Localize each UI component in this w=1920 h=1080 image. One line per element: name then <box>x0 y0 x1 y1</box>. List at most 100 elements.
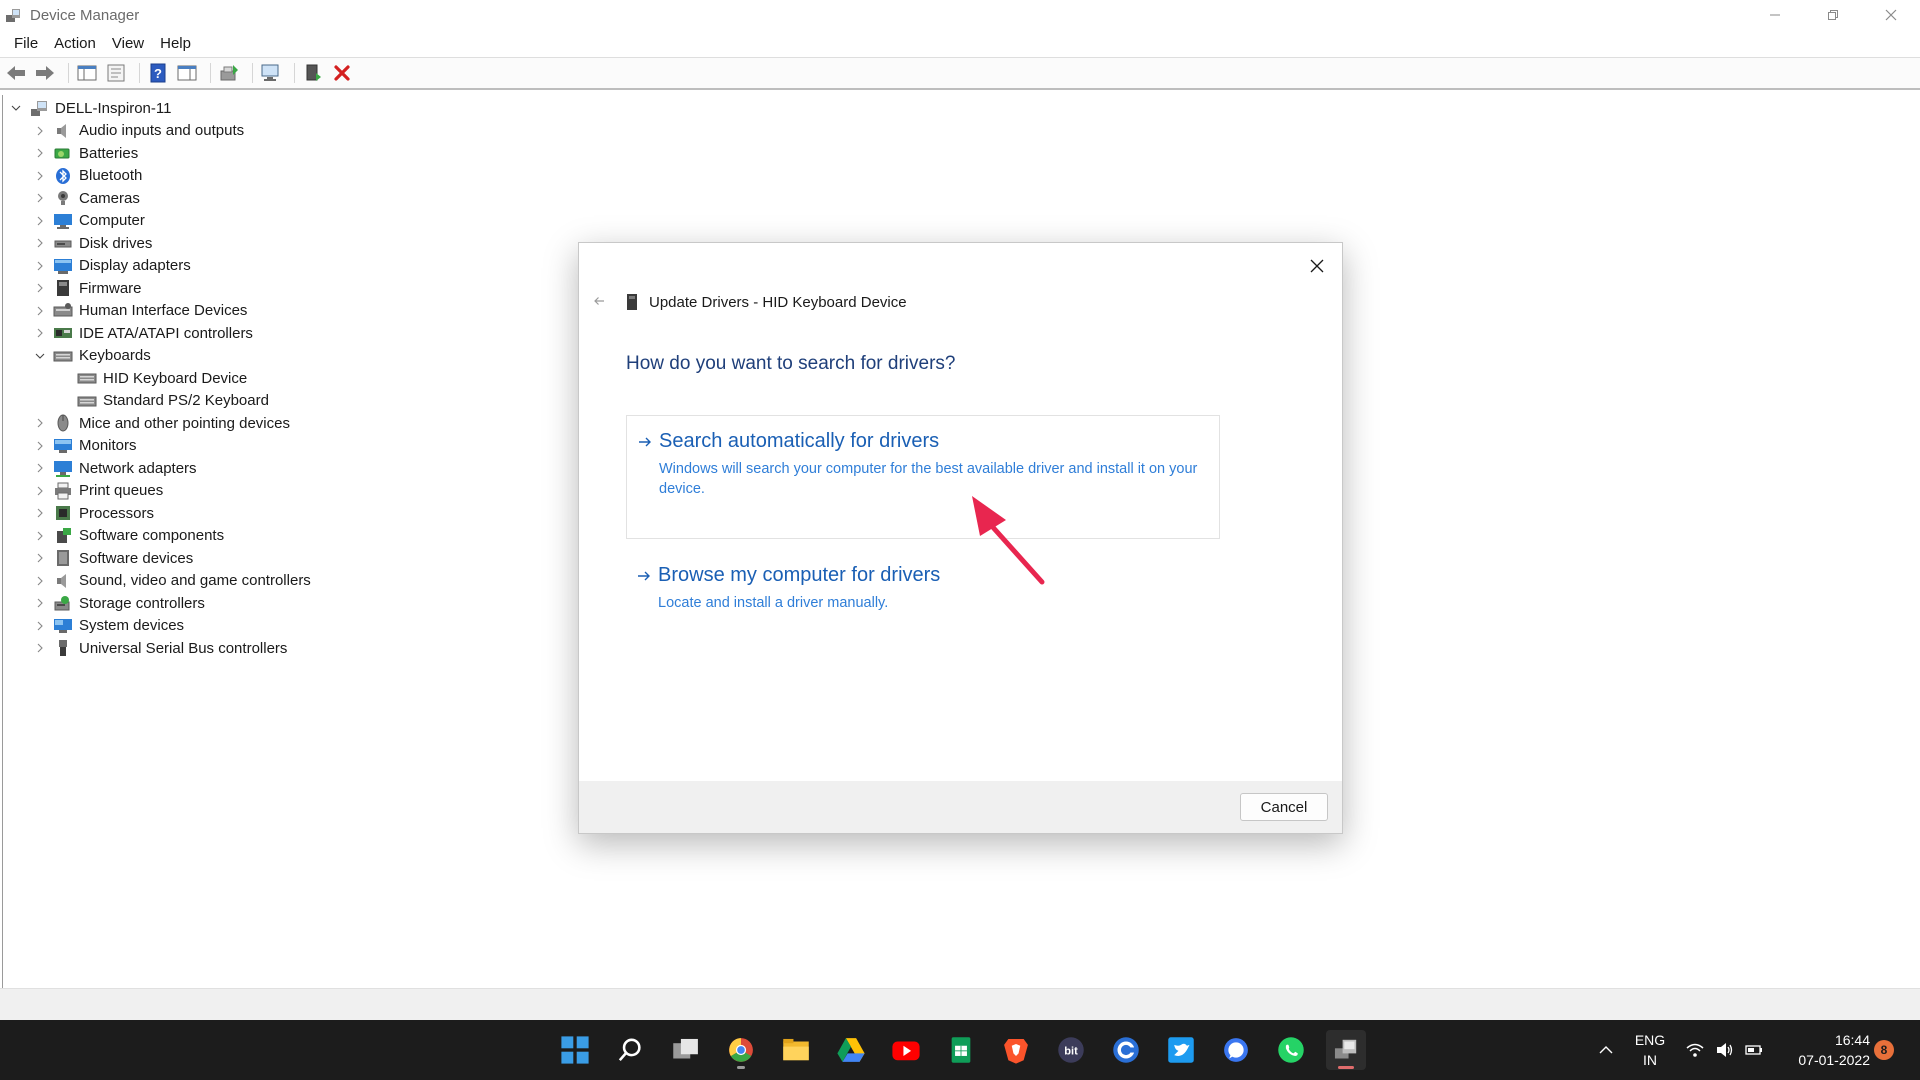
tree-device[interactable]: Standard PS/2 Keyboard <box>57 390 269 412</box>
taskbar-app-whatsapp[interactable] <box>1271 1030 1311 1070</box>
tree-node-label: Batteries <box>79 144 139 162</box>
chevron-right-icon[interactable] <box>33 146 47 160</box>
chevron-right-icon[interactable] <box>33 574 47 588</box>
show-action-pane-button[interactable] <box>175 61 199 85</box>
menu-action[interactable]: Action <box>46 35 104 52</box>
taskbar-app-twitter[interactable] <box>1161 1030 1201 1070</box>
menu-file[interactable]: File <box>6 35 46 52</box>
taskbar-app-ccleaner[interactable] <box>1106 1030 1146 1070</box>
chevron-right-icon[interactable] <box>33 124 47 138</box>
tree-category[interactable]: Processors <box>33 502 154 524</box>
chevron-up-tray-button[interactable] <box>1596 1020 1616 1080</box>
search-automatically-option[interactable]: Search automatically for drivers Windows… <box>626 415 1220 539</box>
browse-computer-option[interactable]: Browse my computer for drivers Locate an… <box>626 550 1220 620</box>
tree-category[interactable]: Firmware <box>33 277 142 299</box>
clock[interactable]: 16:44 07-01-2022 <box>1776 1030 1870 1070</box>
chevron-right-icon[interactable] <box>33 281 47 295</box>
taskbar-app-task-view[interactable] <box>666 1030 706 1070</box>
tree-category[interactable]: Cameras <box>33 187 140 209</box>
tree-category[interactable]: Software components <box>33 525 224 547</box>
chevron-right-icon[interactable] <box>33 214 47 228</box>
toolbar: ? <box>0 57 1920 90</box>
chevron-right-icon[interactable] <box>33 619 47 633</box>
tree-category[interactable]: Display adapters <box>33 255 191 277</box>
tree-category[interactable]: Universal Serial Bus controllers <box>33 637 287 659</box>
taskbar-app-bitwarden[interactable]: bit <box>1051 1030 1091 1070</box>
tree-category[interactable]: Print queues <box>33 480 163 502</box>
tree-category[interactable]: Audio inputs and outputs <box>33 120 244 142</box>
chevron-down-icon[interactable] <box>9 101 23 115</box>
tree-category[interactable]: Mice and other pointing devices <box>33 412 290 434</box>
volume-tray-button[interactable] <box>1715 1020 1735 1080</box>
tree-category[interactable]: Keyboards <box>33 345 151 367</box>
taskbar-app-youtube[interactable] <box>886 1030 926 1070</box>
chevron-right-icon[interactable] <box>33 641 47 655</box>
dialog-back-button[interactable] <box>587 289 611 313</box>
chevron-right-icon[interactable] <box>33 259 47 273</box>
wifi-tray-button[interactable] <box>1685 1020 1705 1080</box>
tree-node-label: Print queues <box>79 482 164 499</box>
close-button[interactable] <box>1862 0 1920 30</box>
taskbar-app-google-drive[interactable] <box>831 1030 871 1070</box>
chevron-right-icon[interactable] <box>33 326 47 340</box>
cancel-button[interactable]: Cancel <box>1240 793 1328 821</box>
chevron-right-icon[interactable] <box>33 596 47 610</box>
chevron-right-icon[interactable] <box>33 551 47 565</box>
add-driver-button[interactable] <box>301 61 325 85</box>
properties-button[interactable] <box>104 61 128 85</box>
tree-category[interactable]: IDE ATA/ATAPI controllers <box>33 322 253 344</box>
printer-icon <box>53 482 73 500</box>
notification-badge[interactable]: 8 <box>1874 1040 1894 1060</box>
uninstall-device-button[interactable] <box>330 61 354 85</box>
taskbar-app-device-manager[interactable] <box>1326 1030 1366 1070</box>
menu-view[interactable]: View <box>104 35 152 52</box>
help-icon: ? <box>150 63 166 83</box>
tree-category[interactable]: Computer <box>33 210 145 232</box>
update-driver-button[interactable] <box>217 61 241 85</box>
taskbar-app-chrome[interactable] <box>721 1030 761 1070</box>
tree-category[interactable]: Disk drives <box>33 232 152 254</box>
chevron-right-icon[interactable] <box>33 461 47 475</box>
chevron-right-icon[interactable] <box>33 169 47 183</box>
chevron-right-icon[interactable] <box>33 236 47 250</box>
tree-category[interactable]: Monitors <box>33 435 137 457</box>
dialog-close-button[interactable] <box>1302 251 1332 281</box>
tree-category[interactable]: Storage controllers <box>33 592 205 614</box>
task-view-icon <box>673 1038 698 1059</box>
firmware-icon <box>53 279 73 297</box>
taskbar-app-signal[interactable] <box>1216 1030 1256 1070</box>
show-hide-console-tree-button[interactable] <box>75 61 99 85</box>
forward-button[interactable] <box>33 61 57 85</box>
taskbar-app-start[interactable] <box>555 1030 595 1070</box>
tree-category[interactable]: Network adapters <box>33 457 197 479</box>
chevron-right-icon[interactable] <box>33 506 47 520</box>
taskbar-app-search[interactable] <box>610 1030 650 1070</box>
tree-category[interactable]: Software devices <box>33 547 193 569</box>
restore-button[interactable] <box>1804 0 1862 30</box>
tree-root-computer[interactable]: DELL-Inspiron-11 <box>9 97 171 119</box>
language-indicator[interactable]: ENG IN <box>1630 1030 1670 1070</box>
menu-help[interactable]: Help <box>152 35 199 52</box>
back-button[interactable] <box>4 61 28 85</box>
taskbar-app-brave[interactable] <box>996 1030 1036 1070</box>
chevron-right-icon[interactable] <box>33 191 47 205</box>
chevron-right-icon[interactable] <box>33 529 47 543</box>
taskbar-app-file-explorer[interactable] <box>776 1030 816 1070</box>
chevron-right-icon[interactable] <box>33 304 47 318</box>
tree-category[interactable]: System devices <box>33 615 184 637</box>
tree-device[interactable]: HID Keyboard Device <box>57 367 247 389</box>
chevron-right-icon[interactable] <box>33 439 47 453</box>
software-component-icon <box>53 527 73 545</box>
battery-tray-tray-button[interactable] <box>1744 1020 1764 1080</box>
minimize-button[interactable] <box>1746 0 1804 30</box>
tree-category[interactable]: Human Interface Devices <box>33 300 247 322</box>
chevron-down-icon[interactable] <box>33 349 47 363</box>
scan-hardware-button[interactable] <box>259 61 283 85</box>
chevron-right-icon[interactable] <box>33 484 47 498</box>
chevron-right-icon[interactable] <box>33 416 47 430</box>
tree-category[interactable]: Batteries <box>33 142 138 164</box>
taskbar-app-google-sheets[interactable] <box>941 1030 981 1070</box>
help-button[interactable]: ? <box>146 61 170 85</box>
tree-category[interactable]: Bluetooth <box>33 165 142 187</box>
tree-category[interactable]: Sound, video and game controllers <box>33 570 311 592</box>
